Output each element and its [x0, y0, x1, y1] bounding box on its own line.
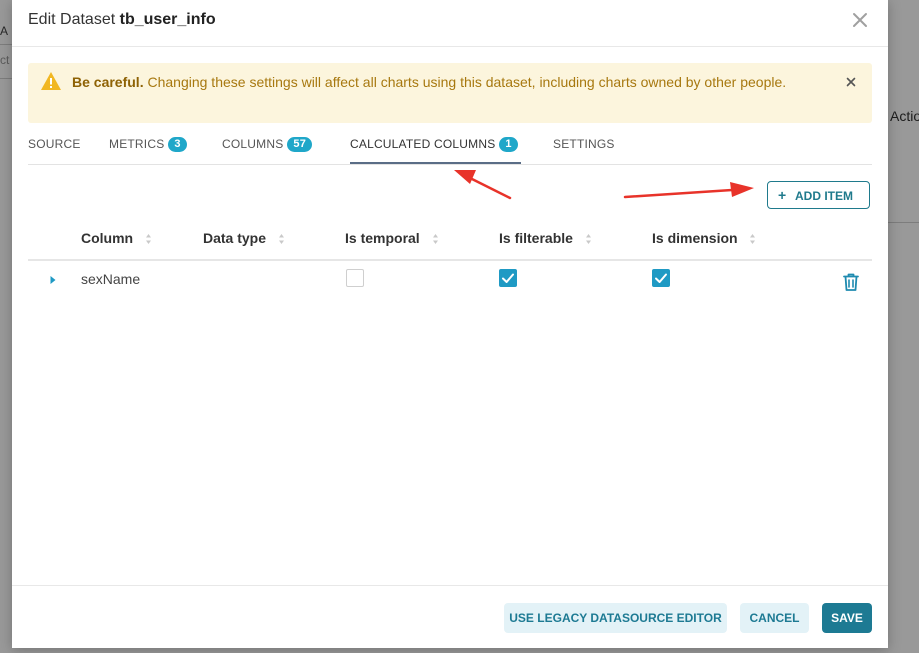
- count-badge: 3: [168, 137, 187, 152]
- dataset-name: tb_user_info: [119, 11, 216, 28]
- is-filterable-checkbox[interactable]: [499, 269, 517, 287]
- tab-columns[interactable]: COLUMNS 57: [222, 128, 313, 164]
- save-button[interactable]: SAVE: [822, 603, 872, 633]
- header-is-filterable[interactable]: Is filterable: [499, 230, 592, 246]
- check-icon: [502, 273, 514, 283]
- warning-triangle-icon: [41, 72, 61, 90]
- header-label: Is dimension: [652, 230, 738, 246]
- header-data-type[interactable]: Data type: [203, 230, 285, 246]
- tab-label: SOURCE: [28, 137, 81, 151]
- trash-icon[interactable]: [840, 271, 862, 293]
- tab-label: METRICS: [109, 137, 165, 151]
- header-label: Data type: [203, 230, 267, 246]
- tab-label: COLUMNS: [222, 137, 284, 151]
- add-item-button[interactable]: + ADD ITEM: [767, 181, 870, 209]
- sort-icon: [146, 234, 151, 245]
- table-header: Column Data type Is temporal Is filterab…: [28, 220, 872, 261]
- warning-alert: Be careful. Changing these settings will…: [28, 63, 872, 123]
- alert-close-icon[interactable]: [844, 75, 858, 89]
- sort-icon: [585, 234, 591, 245]
- sort-icon: [432, 234, 438, 245]
- tab-calculated-columns[interactable]: CALCULATED COLUMNS 1: [350, 128, 521, 164]
- plus-icon: +: [778, 187, 787, 203]
- sort-icon: [278, 234, 284, 245]
- modal-title-prefix: Edit Dataset: [28, 11, 120, 28]
- is-temporal-checkbox[interactable]: [346, 269, 364, 287]
- alert-message: Changing these settings will affect all …: [143, 74, 787, 90]
- header-label: Is filterable: [499, 230, 573, 246]
- check-icon: [655, 273, 667, 283]
- tab-label: CALCULATED COLUMNS: [350, 137, 496, 151]
- use-legacy-editor-button[interactable]: USE LEGACY DATASOURCE EDITOR: [504, 603, 727, 633]
- add-item-label: ADD ITEM: [795, 189, 853, 203]
- header-is-dimension[interactable]: Is dimension: [652, 230, 756, 246]
- tab-bar: SOURCE METRICS 3 COLUMNS 57 CALCULATED COL…: [28, 128, 872, 165]
- modal-title: Edit Dataset tb_user_info: [28, 11, 216, 29]
- tab-source[interactable]: SOURCE: [28, 128, 81, 164]
- close-icon: [853, 13, 867, 27]
- header-label: Is temporal: [345, 230, 420, 246]
- modal-header: Edit Dataset tb_user_info: [12, 0, 888, 47]
- count-badge: 1: [499, 137, 518, 152]
- table-row: sexName: [28, 261, 872, 299]
- header-column[interactable]: Column: [81, 230, 152, 246]
- tab-label: SETTINGS: [553, 137, 615, 151]
- sort-icon: [750, 234, 756, 245]
- header-label: Column: [81, 230, 134, 246]
- alert-strong: Be careful.: [72, 74, 144, 90]
- cell-column-name: sexName: [81, 271, 141, 287]
- tab-settings[interactable]: SETTINGS: [553, 128, 615, 164]
- alert-text: Be careful. Changing these settings will…: [72, 71, 812, 93]
- caret-right-icon[interactable]: [50, 275, 56, 285]
- count-badge: 57: [287, 137, 313, 152]
- cancel-button[interactable]: CANCEL: [740, 603, 809, 633]
- close-button[interactable]: [850, 10, 870, 30]
- is-dimension-checkbox[interactable]: [652, 269, 670, 287]
- header-is-temporal[interactable]: Is temporal: [345, 230, 439, 246]
- tab-metrics[interactable]: METRICS 3: [109, 128, 187, 164]
- modal-footer: USE LEGACY DATASOURCE EDITOR CANCEL SAVE: [12, 585, 888, 649]
- edit-dataset-modal: Edit Dataset tb_user_info Be careful. Ch…: [12, 0, 888, 648]
